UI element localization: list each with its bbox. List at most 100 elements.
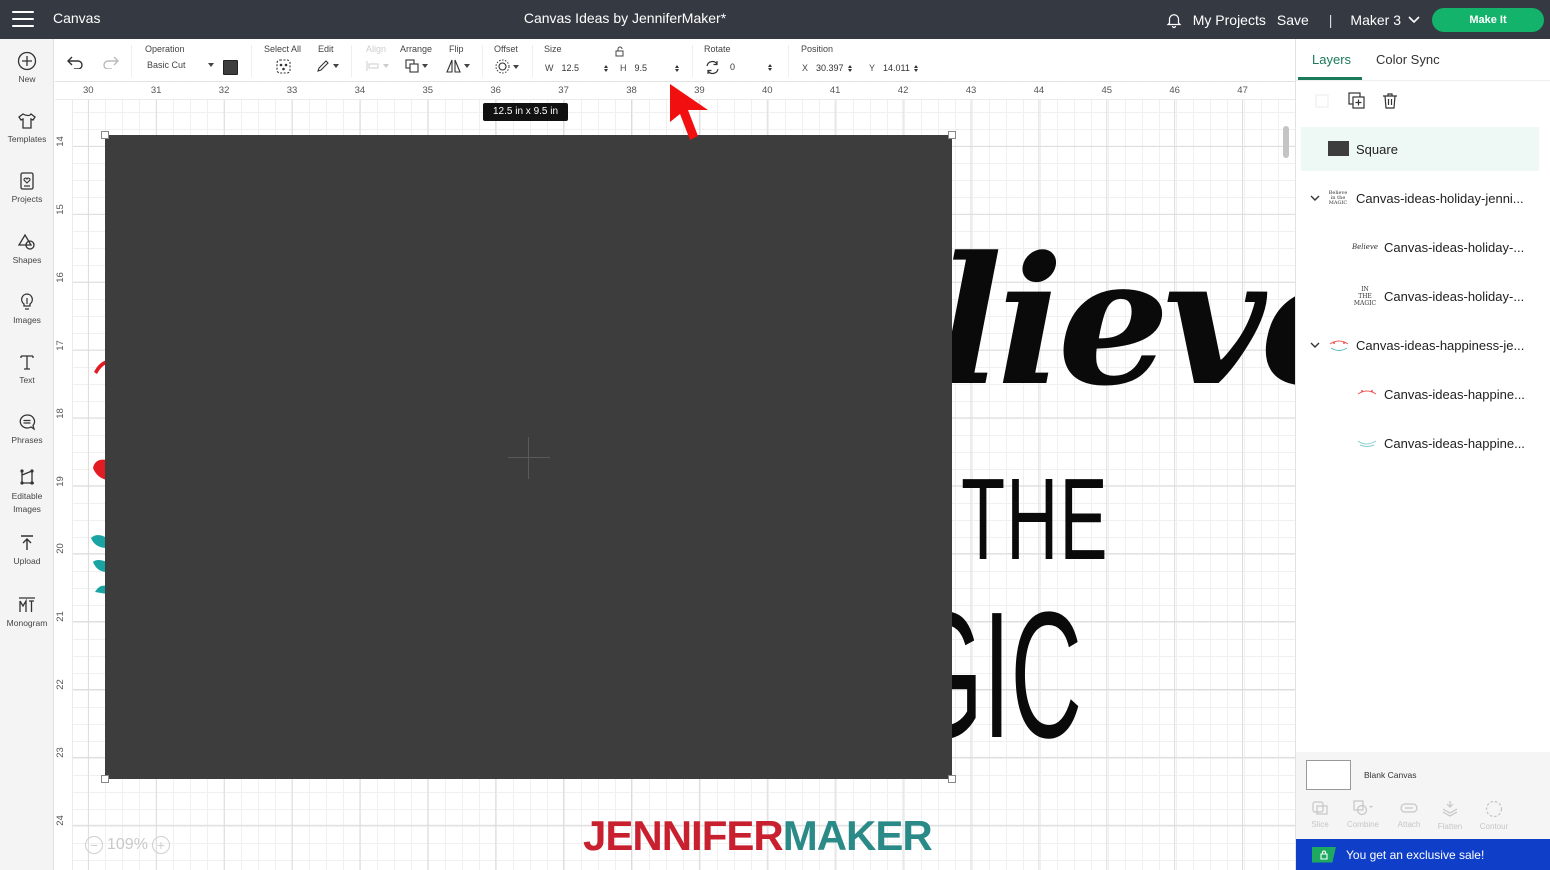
slice-button[interactable]: Slice: [1300, 800, 1340, 829]
sidebar-item-phrases[interactable]: Phrases: [0, 412, 54, 445]
align-icon: [366, 61, 379, 71]
sale-banner-text: You get an exclusive sale!: [1346, 847, 1485, 862]
attach-label: Attach: [1397, 820, 1421, 829]
resize-handle-bottom-left[interactable]: [101, 775, 109, 783]
believe-design[interactable]: elieve N THE AGIC: [830, 218, 1295, 776]
sidebar-item-monogram[interactable]: Monogram: [0, 595, 54, 628]
contour-label: Contour: [1479, 822, 1509, 831]
layer-item[interactable]: Square: [1301, 127, 1539, 171]
group-icon[interactable]: [1314, 93, 1330, 109]
dropdown-caret-icon: [513, 64, 519, 69]
offset-button[interactable]: [495, 59, 519, 74]
sidebar-label: Shapes: [12, 255, 42, 265]
combine-button[interactable]: Combine: [1341, 800, 1385, 829]
sidebar-item-images[interactable]: Images: [0, 292, 54, 325]
ruler-tick-label: 47: [1237, 85, 1248, 96]
x-position-field[interactable]: X 30.397: [802, 60, 852, 76]
x-input[interactable]: 30.397: [812, 60, 848, 76]
resize-handle-top-left[interactable]: [101, 131, 109, 139]
layer-name: Canvas-ideas-holiday-jenni...: [1356, 190, 1524, 206]
rotate-input[interactable]: 0: [726, 59, 764, 75]
select-all-icon[interactable]: [276, 59, 291, 74]
chevron-down-icon: [1408, 15, 1420, 23]
width-field[interactable]: W 12.5: [545, 60, 608, 76]
rotate-stepper[interactable]: [768, 63, 772, 71]
ruler-tick-label: 45: [1101, 85, 1113, 96]
ruler-tick-label: 30: [83, 85, 94, 96]
edit-button[interactable]: [316, 59, 339, 73]
sidebar-item-templates[interactable]: Templates: [0, 111, 54, 144]
sidebar-item-editable-images[interactable]: Editable Images: [0, 467, 54, 516]
height-stepper[interactable]: [674, 64, 679, 72]
flatten-button[interactable]: Flatten: [1430, 800, 1470, 831]
flip-button[interactable]: [446, 59, 470, 73]
ruler-tick-label: 21: [55, 611, 66, 623]
attach-button[interactable]: Attach: [1389, 800, 1429, 829]
ruler-tick-label: 15: [55, 204, 66, 215]
layer-item[interactable]: Canvas-ideas-happine...: [1301, 372, 1539, 416]
sidebar-item-upload[interactable]: Upload: [0, 533, 54, 566]
combine-icon: [1353, 800, 1373, 816]
lightbulb-icon: [21, 293, 33, 310]
layer-item[interactable]: IN THE MAGIC Canvas-ideas-holiday-...: [1301, 274, 1539, 318]
redo-icon[interactable]: [101, 55, 119, 69]
sidebar-item-projects[interactable]: Projects: [0, 171, 54, 204]
duplicate-icon[interactable]: [1348, 92, 1365, 109]
width-stepper[interactable]: [603, 64, 608, 72]
contour-button[interactable]: Contour: [1474, 800, 1514, 831]
zoom-out-button[interactable]: −: [85, 836, 103, 854]
save-button[interactable]: Save: [1277, 12, 1309, 28]
zoom-in-button[interactable]: +: [151, 836, 170, 854]
my-projects-link[interactable]: My Projects: [1193, 12, 1266, 28]
layer-item[interactable]: Believe Canvas-ideas-holiday-...: [1301, 225, 1539, 269]
resize-handle-top-right[interactable]: [948, 131, 956, 139]
height-field[interactable]: H 9.5: [620, 60, 679, 76]
selected-square-shape[interactable]: [105, 135, 952, 779]
project-title: Canvas Ideas by JenniferMaker*: [523, 10, 727, 26]
layer-thumbnail: IN THE MAGIC: [1353, 285, 1377, 307]
unlock-icon[interactable]: [615, 46, 625, 57]
sidebar-label: Monogram: [6, 618, 48, 628]
chevron-down-icon[interactable]: [1309, 339, 1321, 351]
undo-icon[interactable]: [67, 55, 85, 69]
delete-icon[interactable]: [1382, 92, 1398, 109]
width-input[interactable]: 12.5: [558, 60, 600, 76]
y-stepper[interactable]: [913, 64, 918, 72]
tab-color-sync[interactable]: Color Sync: [1376, 52, 1440, 67]
y-input[interactable]: 14.011: [879, 60, 914, 76]
design-canvas[interactable]: elieve N THE AGIC 3031323334353637383940…: [55, 82, 1295, 870]
machine-name: Maker 3: [1350, 11, 1401, 28]
operation-color-swatch[interactable]: [223, 60, 238, 75]
vertical-scrollbar[interactable]: [1283, 126, 1289, 158]
arrange-icon: [405, 59, 419, 73]
chevron-down-icon[interactable]: [1309, 192, 1321, 204]
y-position-field[interactable]: Y 14.011: [869, 60, 918, 76]
layer-group[interactable]: Canvas-ideas-happiness-je...: [1301, 323, 1539, 367]
arrange-label: Arrange: [400, 44, 433, 54]
tab-layers[interactable]: Layers: [1312, 52, 1351, 67]
sidebar-item-new[interactable]: New: [0, 51, 54, 84]
layer-group[interactable]: Believe in the MAGIC Canvas-ideas-holiday-…: [1301, 176, 1539, 220]
active-tab-indicator: [1298, 77, 1362, 80]
rotate-field[interactable]: 0: [705, 59, 772, 75]
bell-icon[interactable]: [1165, 11, 1183, 29]
sidebar-item-text[interactable]: Text: [0, 352, 54, 385]
resize-handle-bottom-right[interactable]: [948, 775, 956, 783]
sidebar-item-shapes[interactable]: Shapes: [0, 232, 54, 265]
arrange-button[interactable]: [405, 59, 428, 73]
ruler-tick-label: 23: [55, 747, 66, 758]
blank-canvas-swatch[interactable]: [1306, 760, 1351, 790]
offset-label: Offset: [494, 44, 518, 54]
layer-item[interactable]: Canvas-ideas-happine...: [1301, 421, 1539, 465]
sale-banner[interactable]: You get an exclusive sale!: [1296, 839, 1550, 870]
align-button[interactable]: [366, 60, 389, 72]
height-input[interactable]: 9.5: [631, 60, 671, 76]
machine-selector[interactable]: Maker 3: [1350, 12, 1420, 28]
operation-select[interactable]: Basic Cut: [147, 60, 214, 70]
sidebar-label: Templates: [7, 134, 47, 144]
ruler-tick-label: 37: [558, 85, 569, 96]
x-label: X: [802, 63, 809, 73]
make-it-button[interactable]: Make It: [1432, 7, 1544, 32]
x-stepper[interactable]: [847, 64, 852, 72]
sidebar-label: Text: [19, 375, 35, 385]
